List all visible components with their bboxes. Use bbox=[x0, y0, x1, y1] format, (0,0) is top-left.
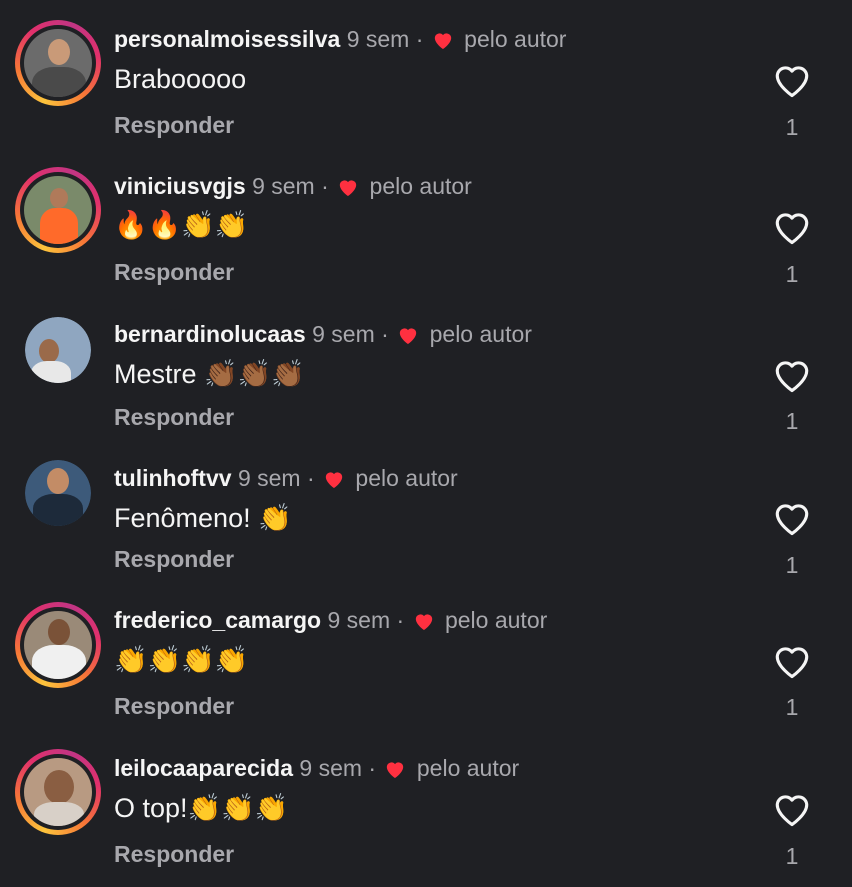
comment-meta: frederico_camargo 9 sem · pelo autor bbox=[114, 605, 547, 635]
comment-text: Fenômeno! 👏 bbox=[114, 503, 292, 533]
avatar[interactable] bbox=[15, 749, 101, 835]
comment-meta: personalmoisessilva 9 sem · pelo autor bbox=[114, 24, 566, 54]
reply-button[interactable]: Responder bbox=[114, 404, 234, 431]
heart-outline-icon[interactable] bbox=[772, 357, 812, 393]
timestamp: 9 sem bbox=[252, 173, 315, 199]
timestamp: 9 sem bbox=[327, 607, 391, 633]
reply-button[interactable]: Responder bbox=[114, 841, 234, 868]
comment-text: O top!👏👏👏 bbox=[114, 793, 289, 823]
comment-meta: viniciusvgjs 9 sem · pelo autor bbox=[114, 171, 472, 201]
heart-outline-icon[interactable] bbox=[772, 500, 812, 536]
separator: · bbox=[368, 755, 377, 781]
heart-outline-icon[interactable] bbox=[772, 643, 812, 679]
heart-filled-icon bbox=[415, 614, 432, 631]
username[interactable]: tulinhoftvv bbox=[114, 465, 232, 491]
reply-button[interactable]: Responder bbox=[114, 112, 234, 139]
comment-meta: bernardinolucaas 9 sem · pelo autor bbox=[114, 319, 532, 349]
liked-by-author-label: pelo autor bbox=[416, 755, 520, 781]
like-count: 1 bbox=[785, 843, 799, 869]
comment-text: Mestre 👏🏾👏🏾👏🏾 bbox=[114, 359, 305, 389]
like-count: 1 bbox=[785, 694, 799, 720]
heart-filled-icon bbox=[434, 33, 451, 50]
comment-text: 🔥🔥👏👏 bbox=[114, 210, 249, 241]
username[interactable]: frederico_camargo bbox=[114, 607, 321, 633]
heart-outline-icon[interactable] bbox=[772, 62, 812, 98]
heart-filled-icon bbox=[400, 328, 417, 345]
avatar[interactable] bbox=[15, 20, 101, 106]
liked-by-author-label: pelo autor bbox=[355, 465, 458, 491]
like-count: 1 bbox=[785, 408, 799, 434]
heart-outline-icon[interactable] bbox=[772, 209, 812, 245]
avatar[interactable] bbox=[15, 167, 101, 253]
reply-button[interactable]: Responder bbox=[114, 546, 234, 573]
like-count: 1 bbox=[785, 261, 799, 287]
separator: · bbox=[306, 465, 315, 491]
username[interactable]: viniciusvgjs bbox=[114, 173, 246, 199]
like-count: 1 bbox=[785, 114, 799, 140]
username[interactable]: personalmoisessilva bbox=[114, 26, 340, 52]
timestamp: 9 sem bbox=[237, 465, 301, 491]
comment-item: frederico_camargo 9 sem · pelo autor 👏👏👏… bbox=[0, 582, 852, 729]
heart-filled-icon bbox=[325, 472, 343, 489]
comment-item: leilocaaparecida 9 sem · pelo autor O to… bbox=[0, 729, 852, 876]
separator: · bbox=[321, 173, 329, 199]
reply-button[interactable]: Responder bbox=[114, 259, 234, 286]
liked-by-author-label: pelo autor bbox=[429, 321, 532, 347]
comment-meta: tulinhoftvv 9 sem · pelo autor bbox=[114, 463, 458, 493]
heart-filled-icon bbox=[387, 762, 404, 779]
separator: · bbox=[415, 26, 424, 52]
comment-text: Brabooooo bbox=[114, 64, 247, 94]
liked-by-author-label: pelo autor bbox=[444, 607, 548, 633]
username[interactable]: leilocaaparecida bbox=[114, 755, 293, 781]
timestamp: 9 sem bbox=[346, 26, 410, 52]
avatar[interactable] bbox=[15, 450, 101, 536]
username[interactable]: bernardinolucaas bbox=[114, 321, 306, 347]
comment-text: 👏👏👏👏 bbox=[114, 645, 249, 676]
comment-item: personalmoisessilva 9 sem · pelo autor B… bbox=[0, 0, 852, 147]
timestamp: 9 sem bbox=[312, 321, 375, 347]
comment-item: tulinhoftvv 9 sem · pelo autor Fenômeno!… bbox=[0, 438, 852, 585]
liked-by-author-label: pelo autor bbox=[464, 26, 567, 52]
comment-meta: leilocaaparecida 9 sem · pelo autor bbox=[114, 753, 519, 783]
liked-by-author-label: pelo autor bbox=[369, 173, 472, 199]
timestamp: 9 sem bbox=[299, 755, 363, 781]
comment-item: viniciusvgjs 9 sem · pelo autor 🔥🔥👏👏 Res… bbox=[0, 147, 852, 294]
reply-button[interactable]: Responder bbox=[114, 693, 234, 720]
avatar[interactable] bbox=[15, 307, 101, 393]
like-count: 1 bbox=[785, 552, 799, 578]
heart-outline-icon[interactable] bbox=[772, 791, 812, 827]
separator: · bbox=[381, 321, 389, 347]
comment-item: bernardinolucaas 9 sem · pelo autor Mest… bbox=[0, 294, 852, 441]
heart-filled-icon bbox=[339, 180, 357, 197]
avatar[interactable] bbox=[15, 602, 101, 688]
separator: · bbox=[396, 607, 405, 633]
